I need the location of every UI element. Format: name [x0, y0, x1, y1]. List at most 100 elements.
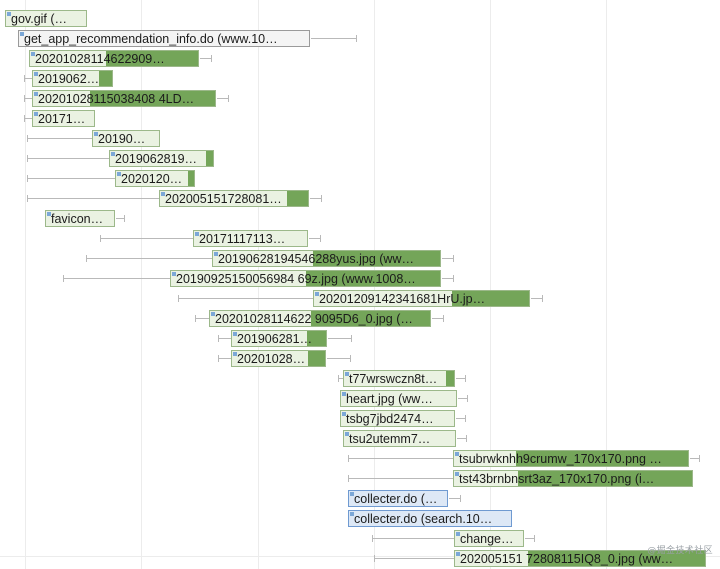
- waterfall-row[interactable]: 20190…: [0, 129, 720, 148]
- waterfall-row[interactable]: tsubrwknhh9crumw_170x170.png …: [0, 449, 720, 468]
- request-label: t77wrswczn8t…: [349, 372, 438, 386]
- request-bar[interactable]: collecter.do (search.10…: [348, 510, 512, 527]
- tail-leader-line: [432, 315, 444, 322]
- wait-leader-line: [218, 335, 231, 342]
- request-label: collecter.do (…: [354, 492, 438, 506]
- waterfall-row[interactable]: 20201028114622 9095D6_0.jpg (…: [0, 309, 720, 328]
- request-label: 2020120…: [121, 172, 183, 186]
- request-label: 20190628194546288yus.jpg (ww…: [218, 252, 414, 266]
- request-bar[interactable]: 202005151728081…: [159, 190, 309, 207]
- request-bar[interactable]: tsu2utemm7…: [343, 430, 456, 447]
- request-bar[interactable]: 20201209142341681HrU.jp…: [313, 290, 530, 307]
- wait-leader-line: [348, 455, 453, 462]
- waterfall-row[interactable]: 2019062…: [0, 69, 720, 88]
- request-bar[interactable]: 201906281…: [231, 330, 327, 347]
- request-bar[interactable]: 20171…: [32, 110, 95, 127]
- request-label: favicon…: [51, 212, 104, 226]
- waterfall-row[interactable]: heart.jpg (ww…: [0, 389, 720, 408]
- waterfall-row[interactable]: get_app_recommendation_info.do (www.10…: [0, 29, 720, 48]
- tail-leader-line: [525, 535, 535, 542]
- wait-leader-line: [195, 315, 209, 322]
- request-bar[interactable]: gov.gif (…: [5, 10, 87, 27]
- tail-leader-line: [449, 495, 461, 502]
- waterfall-row[interactable]: t77wrswczn8t…: [0, 369, 720, 388]
- waterfall-row[interactable]: 20171117113…: [0, 229, 720, 248]
- request-bar[interactable]: 2019062819…: [109, 150, 214, 167]
- request-bar[interactable]: collecter.do (…: [348, 490, 448, 507]
- request-bar[interactable]: 20201028115038408 4LD…: [32, 90, 216, 107]
- waterfall-row[interactable]: collecter.do (search.10…: [0, 509, 720, 528]
- wait-leader-line: [178, 295, 313, 302]
- wait-leader-line: [63, 275, 170, 282]
- waterfall-row[interactable]: tsbg7jbd2474…: [0, 409, 720, 428]
- request-label: collecter.do (search.10…: [354, 512, 493, 526]
- request-bar[interactable]: 202005151 72808115IQ8_0.jpg (ww…: [454, 550, 706, 567]
- request-label: 20190…: [98, 132, 146, 146]
- request-label: 20190925150056984 69z.jpg (www.1008…: [176, 272, 416, 286]
- request-bar[interactable]: 2020120…: [115, 170, 195, 187]
- wait-leader-line: [24, 95, 32, 102]
- waterfall-row[interactable]: 20201209142341681HrU.jp…: [0, 289, 720, 308]
- wait-leader-line: [27, 175, 115, 182]
- tail-leader-line: [328, 335, 352, 342]
- request-waterfall-chart: gov.gif (… get_app_recommendation_info.do…: [0, 0, 720, 569]
- waterfall-row[interactable]: 201906281…: [0, 329, 720, 348]
- waterfall-row[interactable]: tsu2utemm7…: [0, 429, 720, 448]
- waterfall-row[interactable]: 20201028115038408 4LD…: [0, 89, 720, 108]
- wait-leader-line: [372, 535, 454, 542]
- request-label: 20171…: [38, 112, 86, 126]
- waterfall-row[interactable]: change…: [0, 529, 720, 548]
- transfer-duration-fill: [188, 171, 194, 186]
- request-label: tst43brnbnsrt3az_170x170.png (i…: [459, 472, 655, 486]
- tail-leader-line: [116, 215, 125, 222]
- waterfall-row[interactable]: 2019062819…: [0, 149, 720, 168]
- waterfall-row[interactable]: 202005151728081…: [0, 189, 720, 208]
- request-bar[interactable]: 20171117113…: [193, 230, 308, 247]
- request-label: get_app_recommendation_info.do (www.10…: [24, 32, 278, 46]
- transfer-duration-fill: [99, 71, 112, 86]
- wait-leader-line: [27, 195, 159, 202]
- request-bar[interactable]: 20201028…: [231, 350, 326, 367]
- waterfall-row[interactable]: favicon…: [0, 209, 720, 228]
- waterfall-row[interactable]: 20171…: [0, 109, 720, 128]
- transfer-duration-fill: [446, 371, 454, 386]
- wait-leader-line: [27, 155, 109, 162]
- wait-leader-line: [348, 475, 453, 482]
- request-label: gov.gif (…: [11, 12, 68, 26]
- waterfall-row[interactable]: tst43brnbnsrt3az_170x170.png (i…: [0, 469, 720, 488]
- waterfall-row[interactable]: 202005151 72808115IQ8_0.jpg (ww…: [0, 549, 720, 568]
- request-bar[interactable]: 20201028114622909…: [29, 50, 199, 67]
- tail-leader-line: [531, 295, 543, 302]
- wait-leader-line: [86, 255, 212, 262]
- request-label: tsu2utemm7…: [349, 432, 431, 446]
- request-bar[interactable]: 2019062…: [32, 70, 113, 87]
- request-bar[interactable]: 20190925150056984 69z.jpg (www.1008…: [170, 270, 441, 287]
- request-bar[interactable]: get_app_recommendation_info.do (www.10…: [18, 30, 310, 47]
- request-label: 201906281…: [237, 332, 313, 346]
- request-label: 20201028…: [237, 352, 306, 366]
- request-bar[interactable]: 20190628194546288yus.jpg (ww…: [212, 250, 441, 267]
- waterfall-row[interactable]: 20201028114622909…: [0, 49, 720, 68]
- request-bar[interactable]: tsbg7jbd2474…: [340, 410, 455, 427]
- request-bar[interactable]: tst43brnbnsrt3az_170x170.png (i…: [453, 470, 693, 487]
- request-bar[interactable]: t77wrswczn8t…: [343, 370, 455, 387]
- request-bar[interactable]: tsubrwknhh9crumw_170x170.png …: [453, 450, 689, 467]
- request-bar[interactable]: 20190…: [92, 130, 160, 147]
- tail-leader-line: [311, 35, 357, 42]
- request-label: heart.jpg (ww…: [346, 392, 433, 406]
- request-bar[interactable]: 20201028114622 9095D6_0.jpg (…: [209, 310, 431, 327]
- request-label: 20201028115038408 4LD…: [38, 92, 195, 106]
- request-label: tsbg7jbd2474…: [346, 412, 434, 426]
- request-bar[interactable]: heart.jpg (ww…: [340, 390, 457, 407]
- tail-leader-line: [457, 435, 467, 442]
- waterfall-row[interactable]: gov.gif (…: [0, 9, 720, 28]
- wait-leader-line: [27, 135, 92, 142]
- waterfall-row[interactable]: 20190925150056984 69z.jpg (www.1008…: [0, 269, 720, 288]
- request-bar[interactable]: favicon…: [45, 210, 115, 227]
- waterfall-row[interactable]: 2020120…: [0, 169, 720, 188]
- wait-leader-line: [100, 235, 193, 242]
- waterfall-row[interactable]: collecter.do (…: [0, 489, 720, 508]
- waterfall-row[interactable]: 20190628194546288yus.jpg (ww…: [0, 249, 720, 268]
- request-bar[interactable]: change…: [454, 530, 524, 547]
- waterfall-row[interactable]: 20201028…: [0, 349, 720, 368]
